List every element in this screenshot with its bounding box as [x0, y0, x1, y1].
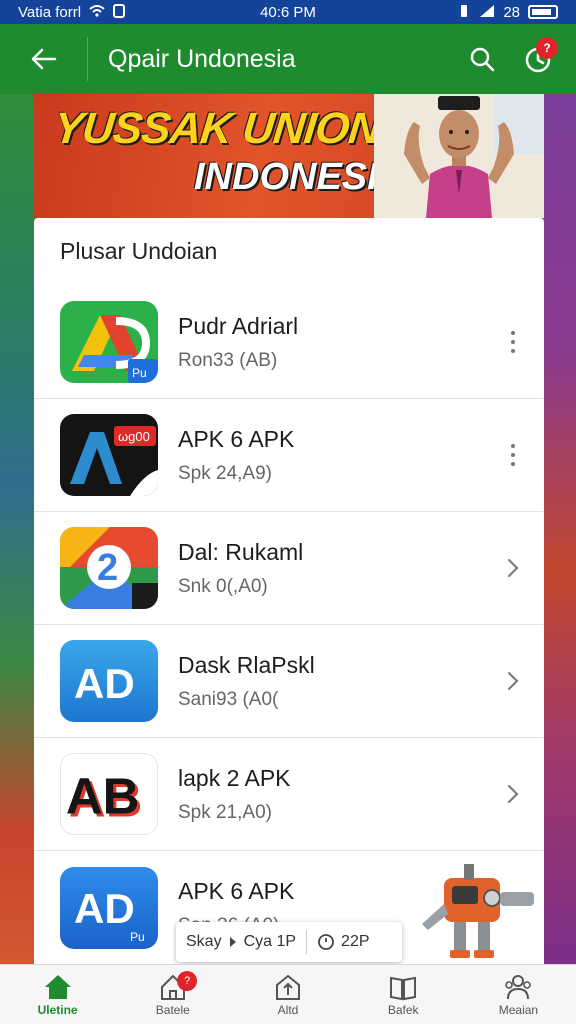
app-name: Pudr Adriarl [178, 312, 299, 339]
app-bar: Qpair Undonesia ? [0, 24, 576, 94]
status-right-text: 28 [503, 3, 520, 21]
battery-icon [528, 5, 558, 19]
app-name: APK 6 APK [178, 425, 295, 452]
status-bar: Vatia forrl 40:6 PM 28 [0, 0, 576, 24]
nav-label: Altd [277, 1002, 299, 1017]
upload-icon [276, 974, 300, 1000]
page-title: Qpair Undonesia [108, 44, 296, 73]
nav-label: Meaian [498, 1002, 539, 1017]
search-icon [470, 47, 495, 72]
bottom-nav: Uletine ? Batele Altd Bafek Meaian [0, 964, 576, 1024]
app-icon-glyph: AD [74, 885, 135, 932]
nav-item-meaian[interactable]: Meaian [461, 965, 576, 1024]
app-icon-glyph: AD [74, 660, 135, 707]
app-icon: AD Pu [60, 866, 158, 949]
presenter-illustration [374, 94, 544, 218]
home-icon [44, 974, 71, 999]
nav-label: Batele [155, 1002, 190, 1017]
chevron-right-icon [508, 785, 519, 803]
app-name: lapk 2 APK [178, 764, 291, 791]
app-icon: AB AB [60, 753, 158, 835]
search-button[interactable] [454, 31, 510, 87]
chip-right: 22P [307, 922, 379, 962]
app-logo-icon: ωg00 [70, 426, 158, 496]
chip-left-text: Skay [186, 933, 222, 950]
app-size: Sani93 (A0( [178, 688, 279, 710]
app-size: Spk 21,A0) [178, 801, 272, 823]
notifications-button[interactable]: ? [510, 31, 566, 87]
chip-middle-text: Cya 1P [243, 933, 297, 950]
app-logo-icon: Pu [72, 315, 158, 383]
nav-item-home[interactable]: Uletine [0, 965, 115, 1024]
nav-item-bafek[interactable]: Bafek [346, 965, 461, 1024]
app-icon-glyph-shadow: AB [66, 768, 140, 825]
more-options-button[interactable] [500, 322, 526, 362]
list-item[interactable]: ωg00 APK 6 APK Spk 24,A9) [34, 399, 544, 512]
more-vert-icon [511, 331, 515, 353]
chevron-right-icon [508, 672, 519, 690]
app-list-card: Plusar Undoian Pu Pudr Adriarl Ron33 (AB… [34, 218, 544, 964]
promo-banner[interactable]: YUSSAK UNIONHAN INDONESIA [34, 94, 544, 218]
app-icon: Pu [60, 301, 158, 383]
back-button[interactable] [0, 37, 88, 81]
app-icon-badge: Pu [132, 366, 147, 380]
app-text: Dask RlaPskl Sani93 (A0( [178, 652, 315, 711]
nav-item-batele[interactable]: ? Batele [115, 965, 230, 1024]
app-text: Pudr Adriarl Ron33 (AB) [178, 313, 298, 372]
vibrate-icon [457, 4, 471, 21]
carrier-label: Vatia forrl [18, 3, 82, 21]
app-name: Dal: Rukaml [178, 538, 304, 565]
open-app-button[interactable] [500, 661, 526, 701]
app-name: APK 6 APK [178, 878, 295, 904]
app-size: Ron33 (AB) [178, 349, 278, 371]
app-logo-icon: 2 [60, 527, 158, 609]
app-icon: AD [60, 640, 158, 722]
nav-item-altd[interactable]: Altd [230, 965, 345, 1024]
list-item[interactable]: 2 Dal: Rukaml Snk 0(,A0) [34, 512, 544, 625]
app-text: Dal: Rukaml Snk 0(,A0) [178, 539, 303, 598]
back-arrow-icon [31, 48, 56, 70]
app-icon-badge: Pu [130, 930, 145, 944]
section-title: Plusar Undoian [60, 238, 218, 264]
app-logo-icon: AD Pu [74, 885, 145, 944]
nav-label: Bafek [387, 1002, 419, 1017]
app-icon-badge: ωg00 [118, 429, 150, 444]
more-vert-icon [511, 444, 515, 466]
app-icon: ωg00 [60, 414, 158, 496]
background-left [0, 94, 34, 964]
chevron-right-icon [508, 559, 519, 577]
app-icon: 2 [60, 527, 158, 609]
background-right [544, 94, 576, 964]
nav-badge: ? [177, 971, 198, 991]
wifi-icon [89, 4, 105, 20]
app-text: lapk 2 APK Spk 21,A0) [178, 765, 291, 824]
app-icon-glyph: 2 [97, 547, 118, 589]
list-item[interactable]: AB AB lapk 2 APK Spk 21,A0) [34, 738, 544, 851]
app-logo-icon: AD [74, 660, 135, 707]
signal-icon [479, 4, 495, 21]
open-app-button[interactable] [500, 548, 526, 588]
app-name: Dask RlaPskl [178, 651, 315, 678]
people-icon [505, 974, 532, 999]
notification-badge: ? [536, 37, 558, 59]
list-item[interactable]: Pu Pudr Adriarl Ron33 (AB) [34, 286, 544, 399]
chip-left: Skay Cya 1P [176, 922, 306, 962]
timer-icon [318, 934, 334, 950]
book-icon [390, 976, 417, 1000]
app-size: Spk 24,A9) [178, 462, 272, 484]
open-app-button[interactable] [500, 774, 526, 814]
status-left: Vatia forrl [18, 3, 126, 21]
chip-right-text: 22P [341, 933, 370, 950]
nav-label: Uletine [37, 1002, 78, 1017]
download-status-chip[interactable]: Skay Cya 1P 22P [176, 922, 402, 962]
status-right: 28 [457, 4, 558, 21]
list-item[interactable]: AD Dask RlaPskl Sani93 (A0( [34, 625, 544, 738]
robot-mascot-illustration [422, 864, 534, 958]
app-logo-icon: AB AB [66, 768, 143, 828]
app-text: APK 6 APK Spk 24,A9) [178, 426, 294, 485]
chevron-right-icon [229, 937, 236, 947]
app-size: Snk 0(,A0) [178, 575, 268, 597]
more-options-button[interactable] [500, 435, 526, 475]
sim-icon [113, 3, 126, 21]
